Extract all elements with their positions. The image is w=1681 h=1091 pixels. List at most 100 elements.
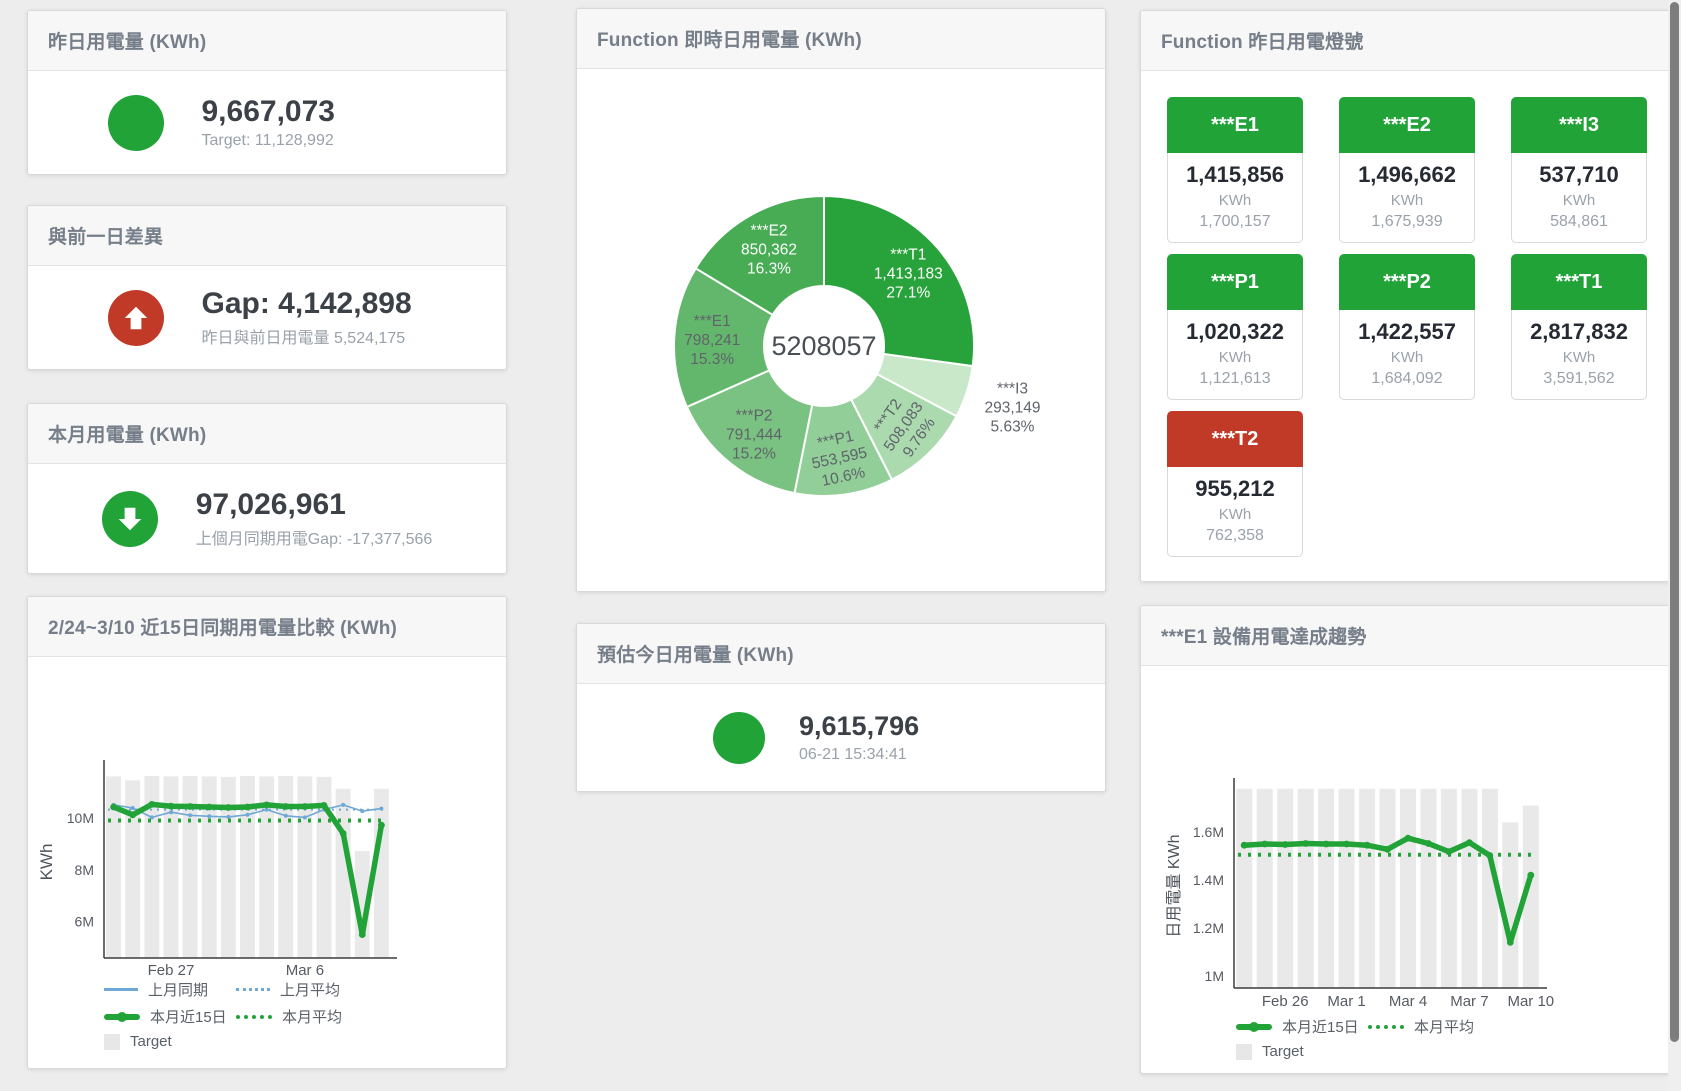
scrollbar-thumb[interactable] xyxy=(1670,2,1679,1042)
tile-target-value: 1,684,092 xyxy=(1340,370,1474,388)
data-point[interactable] xyxy=(246,813,250,817)
target-bar[interactable] xyxy=(1359,789,1375,988)
panel-header: Function 昨日用電燈號 xyxy=(1141,11,1669,71)
legend-item[interactable]: 上月同期 xyxy=(104,979,236,1000)
data-point[interactable] xyxy=(1384,846,1391,853)
data-point[interactable] xyxy=(1302,840,1309,847)
data-point[interactable] xyxy=(1425,840,1432,847)
data-point[interactable] xyxy=(1486,852,1493,859)
tile-target-value: 1,675,939 xyxy=(1340,213,1474,231)
target-bar[interactable] xyxy=(1257,789,1273,988)
data-point[interactable] xyxy=(303,815,307,819)
y-tick-label: 6M xyxy=(75,914,94,930)
data-point[interactable] xyxy=(110,804,117,811)
tile-unit: KWh xyxy=(1168,506,1302,523)
target-bar[interactable] xyxy=(1461,789,1477,988)
data-point[interactable] xyxy=(168,803,175,810)
data-point[interactable] xyxy=(263,802,270,809)
arrow-down-icon xyxy=(102,491,158,547)
donut-slice-label: 798,241 xyxy=(684,332,740,349)
function-usage-donut-chart[interactable]: ***T11,413,18327.1%***I3293,1495.63%***T… xyxy=(577,69,1105,590)
target-bar[interactable] xyxy=(1502,822,1518,988)
tile-label: ***T2 xyxy=(1167,411,1303,467)
target-bar[interactable] xyxy=(1400,789,1416,988)
yesterday-usage-value: 9,667,073 xyxy=(202,95,427,130)
data-point[interactable] xyxy=(359,931,366,938)
legend-label: 本月平均 xyxy=(282,1006,342,1027)
legend-item[interactable]: 本月近15日 xyxy=(104,1006,236,1027)
target-bar[interactable] xyxy=(1277,789,1293,988)
data-point[interactable] xyxy=(321,802,328,809)
data-point[interactable] xyxy=(225,804,232,811)
data-point[interactable] xyxy=(206,804,213,811)
legend-item[interactable]: Target xyxy=(104,1033,236,1050)
target-bar[interactable] xyxy=(221,777,236,958)
status-circle-icon xyxy=(108,95,164,151)
panel-month-usage: 本月用電量 (KWh) 97,026,961 上個月同期用電Gap: -17,3… xyxy=(27,403,507,574)
panel-realtime-donut: Function 即時日用電量 (KWh) ***T11,413,18327.1… xyxy=(576,8,1106,592)
target-bar[interactable] xyxy=(1421,789,1437,988)
panel-header: 與前一日差異 xyxy=(28,206,506,266)
data-point[interactable] xyxy=(188,813,192,817)
data-point[interactable] xyxy=(341,803,345,807)
data-point[interactable] xyxy=(1527,872,1534,879)
tile-label: ***E2 xyxy=(1339,97,1475,153)
x-tick-label: Mar 10 xyxy=(1507,993,1554,1010)
panel-title: 與前一日差異 xyxy=(48,222,163,249)
data-point[interactable] xyxy=(340,830,347,837)
tile-label: ***P1 xyxy=(1167,254,1303,310)
tile-value: 2,817,832 xyxy=(1512,319,1646,345)
target-bar[interactable] xyxy=(1318,789,1334,988)
donut-slice-label: 27.1% xyxy=(886,284,930,301)
page-scrollbar[interactable] xyxy=(1668,0,1681,1091)
data-point[interactable] xyxy=(1261,841,1268,848)
target-bar[interactable] xyxy=(374,789,389,958)
data-point[interactable] xyxy=(1405,835,1412,842)
panel-header: 2/24~3/10 近15日同期用電量比較 (KWh) xyxy=(28,597,506,657)
e1-trend-line-chart[interactable]: 1M1.2M1.4M1.6MFeb 26Mar 1Mar 4Mar 7Mar 1… xyxy=(1141,666,1669,1073)
data-point[interactable] xyxy=(1323,841,1330,848)
data-point[interactable] xyxy=(1241,842,1248,849)
legend-label: 本月近15日 xyxy=(1282,1016,1359,1037)
data-point[interactable] xyxy=(226,815,230,819)
data-point[interactable] xyxy=(244,804,251,811)
data-point[interactable] xyxy=(1507,939,1514,946)
data-point[interactable] xyxy=(1343,841,1350,848)
data-point[interactable] xyxy=(282,803,289,810)
legend-item[interactable]: Target xyxy=(1236,1043,1368,1060)
data-point[interactable] xyxy=(207,814,211,818)
legend-item[interactable]: 本月平均 xyxy=(236,1006,368,1027)
legend-item[interactable]: 本月近15日 xyxy=(1236,1016,1368,1037)
data-point[interactable] xyxy=(1466,839,1473,846)
x-tick-label: Mar 4 xyxy=(1389,993,1427,1010)
data-point[interactable] xyxy=(129,811,136,818)
target-bar[interactable] xyxy=(240,776,255,958)
tile-value: 1,020,322 xyxy=(1168,319,1302,345)
target-bar[interactable] xyxy=(1380,789,1396,988)
legend-item[interactable]: 本月平均 xyxy=(1368,1016,1500,1037)
data-point[interactable] xyxy=(131,806,135,810)
target-bar[interactable] xyxy=(1339,789,1355,988)
panel-today-estimate: 預估今日用電量 (KWh) 9,615,796 06-21 15:34:41 xyxy=(576,623,1106,792)
target-bar[interactable] xyxy=(1298,789,1314,988)
data-point[interactable] xyxy=(379,807,383,811)
legend-item[interactable]: 上月平均 xyxy=(236,979,368,1000)
data-point[interactable] xyxy=(360,809,364,813)
target-bar[interactable] xyxy=(1236,789,1252,988)
y-tick-label: 8M xyxy=(75,862,94,878)
data-point[interactable] xyxy=(1282,841,1289,848)
data-point[interactable] xyxy=(284,814,288,818)
tile-label: ***I3 xyxy=(1511,97,1647,153)
data-point[interactable] xyxy=(169,810,173,814)
y-tick-label: 1.4M xyxy=(1193,872,1224,888)
status-tile-I3: ***I3537,710KWh584,861 xyxy=(1511,97,1647,243)
target-bar[interactable] xyxy=(1441,789,1457,988)
data-point[interactable] xyxy=(150,815,154,819)
data-point[interactable] xyxy=(148,801,155,808)
trend-chart-legend: 本月近15日本月平均Target xyxy=(1236,1016,1500,1060)
data-point[interactable] xyxy=(187,803,194,810)
data-point[interactable] xyxy=(378,822,385,829)
data-point[interactable] xyxy=(1364,842,1371,849)
data-point[interactable] xyxy=(1446,848,1453,855)
data-point[interactable] xyxy=(302,803,309,810)
